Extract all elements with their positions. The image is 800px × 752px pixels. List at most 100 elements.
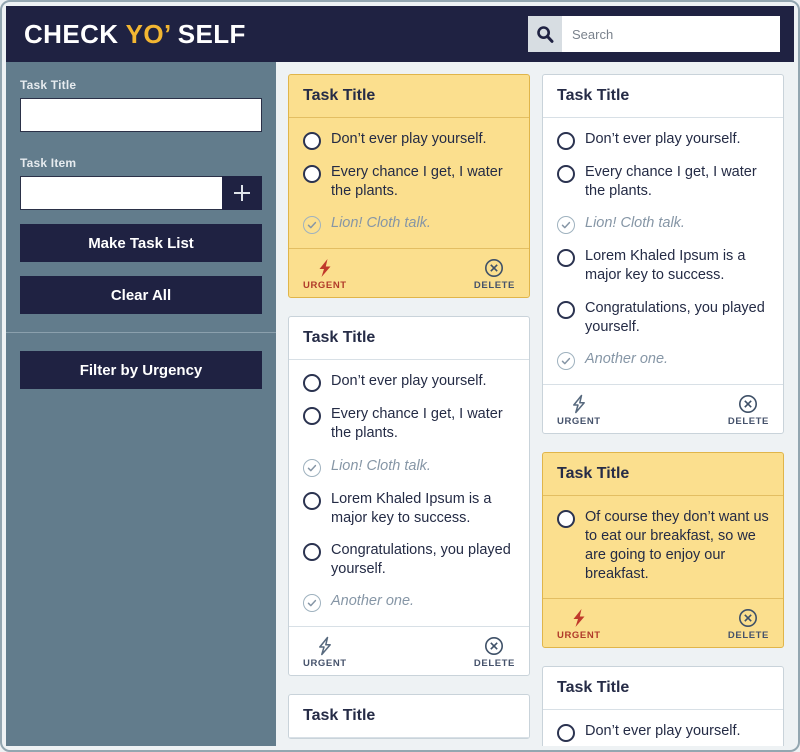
task-item[interactable]: Don’t ever play yourself. <box>303 130 515 150</box>
task-item[interactable]: Congratulations, you played yourself. <box>303 541 515 579</box>
checkbox-checked-icon[interactable] <box>557 216 575 235</box>
checkbox-unchecked-icon[interactable] <box>557 132 575 150</box>
task-card: Task Title <box>288 694 530 739</box>
task-item-text: Lorem Khaled Ipsum is a major key to suc… <box>331 490 492 526</box>
circle-x-icon <box>738 393 758 415</box>
urgent-toggle-button[interactable]: URGENT <box>303 635 347 669</box>
task-item[interactable]: Of course they don’t want us to eat our … <box>557 508 769 585</box>
logo-text-part2: SELF <box>170 18 246 49</box>
task-list: Don’t ever play yourself. <box>543 710 783 746</box>
task-item[interactable]: Lion! Cloth talk. <box>557 214 769 235</box>
checkbox-unchecked-icon[interactable] <box>303 407 321 426</box>
checkbox-checked-icon[interactable] <box>303 216 321 235</box>
checkbox-unchecked-icon[interactable] <box>303 491 321 510</box>
delete-card-button[interactable]: DELETE <box>728 607 769 641</box>
task-card-title: Task Title <box>289 317 529 361</box>
search-input[interactable] <box>562 16 780 52</box>
task-item[interactable]: Don’t ever play yourself. <box>557 722 769 743</box>
task-list: Don’t ever play yourself. Every chance I … <box>289 118 529 248</box>
plus-icon[interactable] <box>222 176 262 210</box>
urgent-label: URGENT <box>303 658 347 669</box>
sidebar: Task Title Task Item Make Task List Clea… <box>6 62 276 746</box>
task-item-text: Don’t ever play yourself. <box>331 131 487 147</box>
task-item-text: Another one. <box>585 350 669 367</box>
urgent-toggle-button[interactable]: URGENT <box>303 257 347 291</box>
urgent-label: URGENT <box>303 280 347 292</box>
checkbox-unchecked-icon[interactable] <box>557 249 575 268</box>
filter-by-urgency-button[interactable]: Filter by Urgency <box>20 351 262 389</box>
task-item-text: Don’t ever play yourself. <box>585 723 741 740</box>
checkbox-unchecked-icon[interactable] <box>557 724 575 743</box>
task-title-input[interactable] <box>20 98 262 132</box>
task-item[interactable]: Another one. <box>557 350 769 370</box>
lightning-bolt-icon <box>570 393 588 415</box>
task-item[interactable]: Every chance I get, I water the plants. <box>303 405 515 443</box>
task-item-text: Don’t ever play yourself. <box>585 131 741 147</box>
logo-text-accent: YO’ <box>125 18 171 49</box>
task-card: Task Title Don’t ever play yourself. <box>542 666 784 746</box>
delete-card-button[interactable]: DELETE <box>474 635 515 669</box>
task-item[interactable]: Another one. <box>303 592 515 612</box>
search-icon[interactable] <box>528 16 562 52</box>
lightning-bolt-icon <box>573 609 585 628</box>
task-item-text: Every chance I get, I water the plants. <box>331 406 503 442</box>
task-item[interactable]: Every chance I get, I water the plants. <box>303 163 515 201</box>
task-item[interactable]: Lion! Cloth talk. <box>303 214 515 235</box>
task-card-footer: URGENT DELETE <box>289 248 529 297</box>
task-card: Task Title Don’t ever play yourself. Every… <box>288 74 530 299</box>
lightning-bolt-icon <box>316 635 334 657</box>
checkbox-unchecked-icon[interactable] <box>303 132 321 150</box>
lightning-bolt-icon <box>570 607 588 629</box>
task-item-row <box>20 176 262 210</box>
task-item[interactable]: Don’t ever play yourself. <box>303 372 515 393</box>
task-item-text: Of course they don’t want us to eat our … <box>585 508 769 583</box>
checkbox-unchecked-icon[interactable] <box>557 509 575 528</box>
checkbox-unchecked-icon[interactable] <box>557 165 575 183</box>
checkbox-unchecked-icon[interactable] <box>303 374 321 393</box>
task-item[interactable]: Lion! Cloth talk. <box>303 457 515 477</box>
checkbox-unchecked-icon[interactable] <box>303 542 321 561</box>
task-item-input[interactable] <box>20 176 222 210</box>
lightning-bolt-icon <box>316 257 334 279</box>
checkbox-unchecked-icon[interactable] <box>557 300 575 319</box>
lightning-bolt-icon <box>318 636 331 656</box>
circle-x-icon <box>484 635 504 657</box>
task-card-title: Task Title <box>543 453 783 496</box>
make-task-list-button[interactable]: Make Task List <box>20 224 262 262</box>
delete-label: DELETE <box>727 415 769 427</box>
task-item-text: Every chance I get, I water the plants. <box>585 164 757 200</box>
circle-x-icon <box>739 394 758 413</box>
task-title-label: Task Title <box>20 78 77 92</box>
checkbox-unchecked-icon[interactable] <box>303 165 321 183</box>
checkbox-checked-icon[interactable] <box>303 594 321 612</box>
delete-card-button[interactable]: DELETE <box>728 393 769 427</box>
task-item-text: Lorem Khaled Ipsum is a major key to suc… <box>585 248 746 284</box>
urgent-label: URGENT <box>557 415 601 427</box>
task-item-text: Congratulations, you played yourself. <box>585 299 765 335</box>
app-logo: CHECK YO’ SELF <box>24 19 246 50</box>
urgent-toggle-button[interactable]: URGENT <box>557 393 601 427</box>
task-item[interactable]: Don’t ever play yourself. <box>557 130 769 150</box>
task-item-text: Another one. <box>331 593 415 609</box>
lightning-bolt-icon <box>319 259 331 278</box>
board-column: Task Title Don’t ever play yourself. Every… <box>288 74 530 746</box>
checkbox-checked-icon[interactable] <box>557 351 575 370</box>
task-item-text: Lion! Cloth talk. <box>331 457 431 474</box>
task-card-title: Task Title <box>289 695 529 738</box>
task-item[interactable]: Congratulations, you played yourself. <box>557 299 769 337</box>
urgent-toggle-button[interactable]: URGENT <box>557 607 601 641</box>
clear-all-button[interactable]: Clear All <box>20 276 262 314</box>
search-bar <box>528 16 780 52</box>
delete-card-button[interactable]: DELETE <box>474 257 515 291</box>
task-card: Task Title Don’t ever play yourself. Every… <box>542 74 784 434</box>
task-item-text: Congratulations, you played yourself. <box>331 541 511 577</box>
task-list: Don’t ever play yourself. Every chance I … <box>289 360 529 626</box>
task-item[interactable]: Every chance I get, I water the plants. <box>557 163 769 201</box>
task-item[interactable]: Lorem Khaled Ipsum is a major key to suc… <box>303 490 515 528</box>
task-item-text: Lion! Cloth talk. <box>585 215 685 232</box>
task-item[interactable]: Lorem Khaled Ipsum is a major key to suc… <box>557 247 769 285</box>
task-item-text: Every chance I get, I water the plants. <box>331 164 503 200</box>
delete-label: DELETE <box>473 280 515 292</box>
checkbox-checked-icon[interactable] <box>303 458 321 477</box>
task-card-footer: URGENT DELETE <box>543 598 783 647</box>
